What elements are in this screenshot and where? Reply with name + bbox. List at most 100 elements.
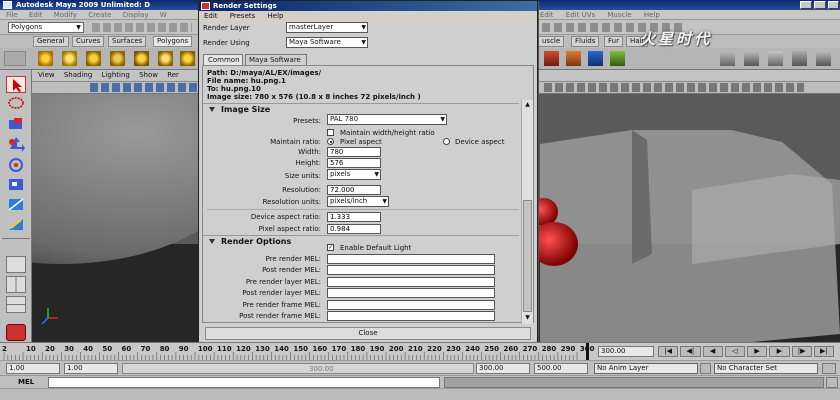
scroll-up-arrow-icon[interactable]: ▲: [523, 101, 532, 109]
poly-tool-icon[interactable]: [180, 51, 195, 66]
menu-display[interactable]: Display: [123, 11, 149, 19]
menu-edit-uvs[interactable]: Edit UVs: [566, 11, 595, 19]
scroll-down-arrow-icon[interactable]: ▼: [523, 314, 532, 322]
anim-layer-dropdown[interactable]: No Anim Layer: [594, 363, 698, 374]
mode-selector[interactable]: Polygons ▼: [8, 22, 84, 33]
range-end-field[interactable]: 500.00: [534, 363, 588, 374]
menu-edit[interactable]: Edit: [29, 11, 43, 19]
range-start-inner-field[interactable]: 1.00: [64, 363, 118, 374]
play-back-icon[interactable]: ◁: [724, 346, 745, 357]
render-tool-icon[interactable]: [566, 51, 581, 66]
step-back-icon[interactable]: ◀: [702, 346, 723, 357]
rs-menu-edit[interactable]: Edit: [204, 12, 218, 20]
scrollbar-thumb[interactable]: [523, 200, 532, 312]
shelf-tab-surfaces[interactable]: Surfaces: [108, 36, 147, 47]
size-units-dropdown[interactable]: pixels ▼: [327, 169, 381, 180]
playback-buttons[interactable]: |◀ ◀| ◀ ◁ ▶ ▶ |▶ ▶|: [658, 346, 834, 357]
poly-tool-icon[interactable]: [158, 51, 173, 66]
shelf-tab-muscle[interactable]: uscle: [538, 36, 565, 47]
pre-render-frame-mel-input[interactable]: [327, 300, 495, 310]
poly-tool-icon[interactable]: [110, 51, 125, 66]
close-button[interactable]: Close: [205, 327, 531, 340]
render-using-dropdown[interactable]: Maya Software ▼: [286, 37, 368, 48]
step-back-key-icon[interactable]: ◀|: [680, 346, 701, 357]
device-aspect-radio[interactable]: [443, 138, 450, 145]
poly-tool-icon[interactable]: [134, 51, 149, 66]
viewport-panel-icons-right[interactable]: [544, 83, 804, 92]
menu-window[interactable]: W: [160, 11, 167, 19]
maximize-button[interactable]: [814, 1, 826, 9]
layout-two-icon[interactable]: [6, 296, 26, 313]
render-tool-icon[interactable]: [816, 51, 831, 66]
viewport-menu-lighting[interactable]: Lighting: [102, 71, 130, 79]
render-tool-icon[interactable]: [588, 51, 603, 66]
layout-single-icon[interactable]: [6, 256, 26, 273]
step-forward-key-icon[interactable]: |▶: [791, 346, 812, 357]
render-settings-window[interactable]: Render Settings Edit Presets Help Render…: [198, 0, 538, 343]
render-tool-icon[interactable]: [792, 51, 807, 66]
image-size-section-header[interactable]: Image Size: [203, 103, 519, 114]
poly-tool-icon[interactable]: [38, 51, 53, 66]
viewport-menu-view[interactable]: View: [38, 71, 55, 79]
resolution-input[interactable]: 72.000: [327, 185, 381, 195]
menu-muscle[interactable]: Muscle: [607, 11, 631, 19]
enable-default-light-checkbox[interactable]: ✓: [327, 244, 334, 251]
pre-render-mel-input[interactable]: [327, 254, 495, 264]
device-aspect-ratio-input[interactable]: 1.333: [327, 212, 381, 222]
range-slider[interactable]: 300.00: [122, 363, 474, 374]
post-render-layer-mel-input[interactable]: [327, 288, 495, 298]
viewport-menu-renderer[interactable]: Rer: [167, 71, 179, 79]
resolution-units-dropdown[interactable]: pixels/inch ▼: [327, 196, 389, 207]
render-tool-icon[interactable]: [744, 51, 759, 66]
post-render-frame-mel-input[interactable]: [327, 311, 495, 321]
last-tool-icon[interactable]: [6, 216, 26, 233]
render-tool-icon[interactable]: [720, 51, 735, 66]
rotate-tool-icon[interactable]: [6, 156, 26, 173]
anim-layer-button[interactable]: [700, 363, 711, 374]
shelf-tab-fluids[interactable]: Fluids: [571, 36, 600, 47]
viewport-menu-show[interactable]: Show: [139, 71, 158, 79]
render-tool-icon[interactable]: [544, 51, 559, 66]
manipulator-icon[interactable]: [6, 196, 26, 213]
render-icon[interactable]: [6, 324, 26, 341]
lasso-tool-icon[interactable]: [6, 96, 26, 113]
menu-edit-right[interactable]: Edit: [540, 11, 554, 19]
character-set-dropdown[interactable]: No Character Set: [714, 363, 818, 374]
shelf-tab-fur[interactable]: Fur: [604, 36, 623, 47]
step-forward-icon[interactable]: ▶: [769, 346, 790, 357]
current-frame-field[interactable]: 300.00: [598, 346, 654, 357]
shelf-menu-icon[interactable]: [4, 51, 26, 66]
command-input[interactable]: [48, 377, 440, 388]
go-to-start-icon[interactable]: |◀: [658, 346, 679, 357]
scrollbar[interactable]: ▲ ▼: [521, 100, 533, 324]
paint-select-icon[interactable]: [6, 116, 26, 133]
scale-tool-icon[interactable]: [6, 176, 26, 193]
menu-file[interactable]: File: [6, 11, 18, 19]
go-to-end-icon[interactable]: ▶|: [813, 346, 834, 357]
render-tool-icon[interactable]: [610, 51, 625, 66]
shelf-tab-polygons[interactable]: Polygons: [153, 36, 193, 47]
range-end-inner-field[interactable]: 300.00: [476, 363, 530, 374]
script-editor-button[interactable]: [826, 377, 838, 388]
render-settings-title-bar[interactable]: Render Settings: [199, 1, 537, 11]
play-icon[interactable]: ▶: [747, 346, 768, 357]
width-input[interactable]: 780: [327, 147, 381, 157]
render-tool-icon[interactable]: [768, 51, 783, 66]
rs-menu-presets[interactable]: Presets: [230, 12, 255, 20]
presets-dropdown[interactable]: PAL 780 ▼: [327, 114, 447, 125]
viewport-panel-icons[interactable]: [90, 83, 198, 92]
layout-four-icon[interactable]: [6, 276, 26, 293]
pre-render-layer-mel-input[interactable]: [327, 277, 495, 287]
menu-help[interactable]: Help: [644, 11, 660, 19]
poly-tool-icon[interactable]: [62, 51, 77, 66]
shelf-tab-curves[interactable]: Curves: [72, 36, 105, 47]
render-layer-dropdown[interactable]: masterLayer ▼: [286, 22, 368, 33]
poly-tool-icon[interactable]: [86, 51, 101, 66]
pixel-aspect-ratio-input[interactable]: 0.984: [327, 224, 381, 234]
move-tool-icon[interactable]: [6, 136, 26, 153]
maintain-wh-checkbox[interactable]: [327, 129, 334, 136]
shelf-tab-general[interactable]: General: [33, 36, 69, 47]
pixel-aspect-radio[interactable]: [327, 138, 334, 145]
rs-menu-help[interactable]: Help: [268, 12, 284, 20]
close-window-button[interactable]: [828, 1, 839, 9]
